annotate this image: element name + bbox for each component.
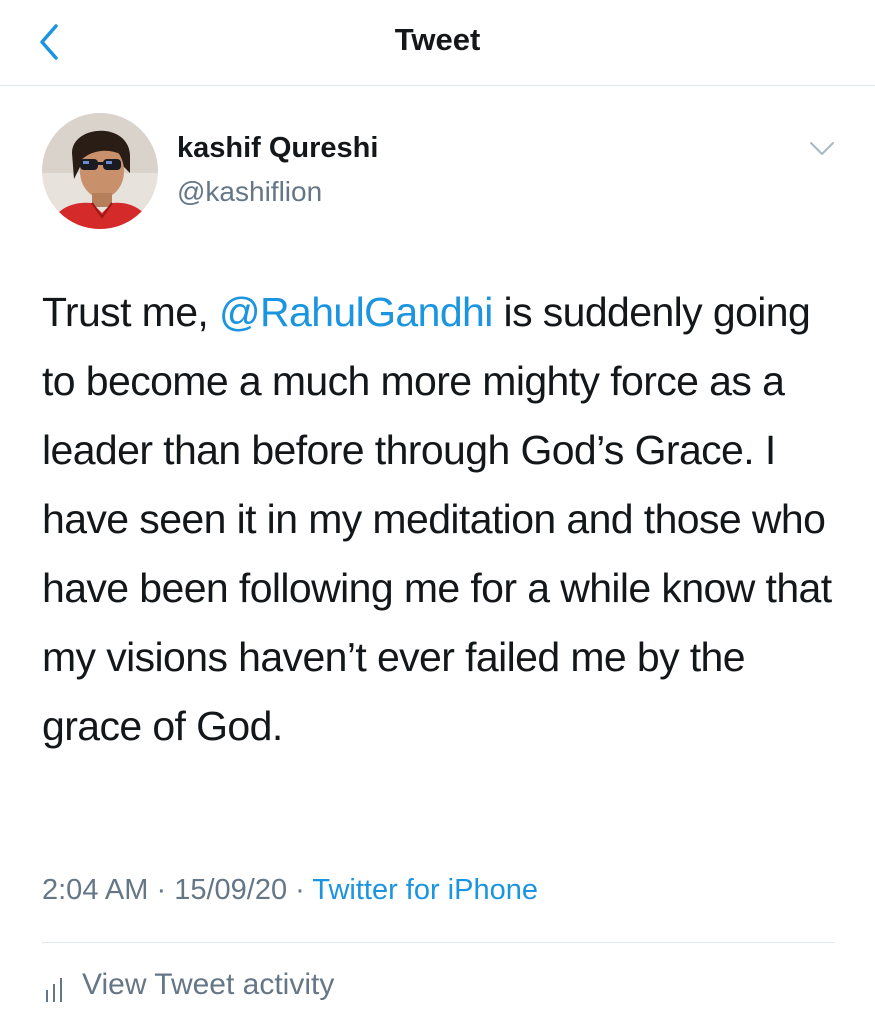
divider [42,942,834,943]
tweet-time: 2:04 AM [42,874,149,906]
tweet-text-rest: is suddenly going to become a much more … [42,289,832,749]
meta-separator: · [148,874,175,906]
view-activity-button[interactable]: View Tweet activity [44,968,334,1002]
navigation-bar: Tweet [0,0,875,86]
profile-photo [42,113,158,229]
tweet-menu-button[interactable] [804,134,840,164]
tweet-text: Trust me, @RahulGandhi is suddenly going… [42,278,842,761]
tweet-source-link[interactable]: Twitter for iPhone [312,874,538,906]
view-activity-label: View Tweet activity [82,968,335,1001]
meta-separator: · [287,874,313,906]
bar-chart-icon [46,978,62,1002]
tweet-text-start: Trust me, [42,289,219,335]
author-handle[interactable]: @kashiflion [177,176,322,208]
avatar[interactable] [42,113,158,229]
chevron-down-icon [810,142,834,155]
author-name[interactable]: kashif Qureshi [177,132,378,165]
tweet-metadata: 2:04 AM · 15/09/20 · Twitter for iPhone [42,874,538,907]
tweet-date: 15/09/20 [174,874,288,906]
page-title: Tweet [394,22,481,57]
mention-link[interactable]: @RahulGandhi [219,289,493,335]
